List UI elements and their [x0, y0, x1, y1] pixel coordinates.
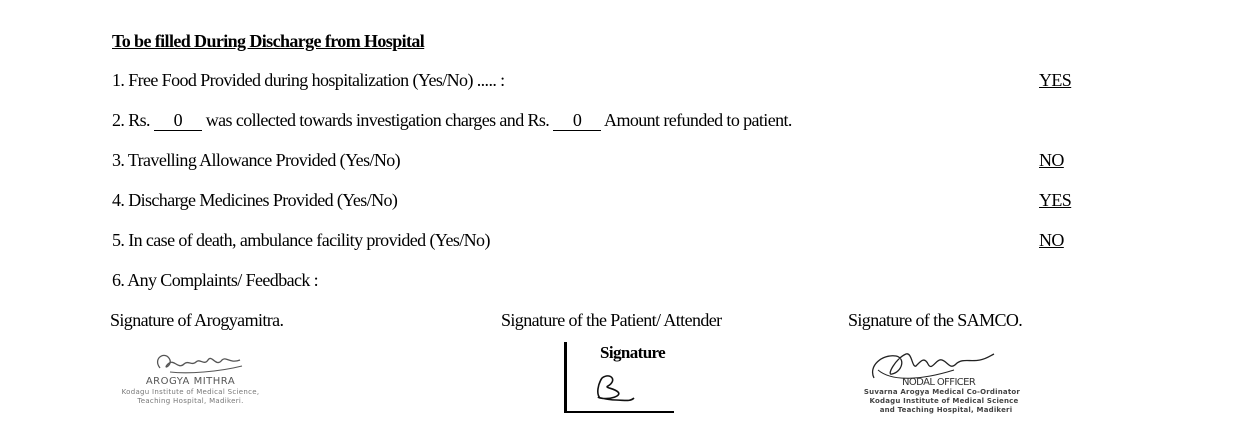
item-free-food: 1. Free Food Provided during hospitaliza…	[112, 70, 505, 90]
charges-suffix: Amount refunded to patient.	[604, 110, 792, 130]
item-charges: 2. Rs. 0 was collected towards investiga…	[112, 110, 792, 131]
item-travel-allowance: 3. Travelling Allowance Provided (Yes/No…	[112, 150, 401, 170]
answer-ambulance: NO	[1039, 230, 1064, 250]
charges-prefix: 2. Rs.	[112, 110, 151, 130]
samco-stamp-title: NODAL OFFICER	[902, 377, 976, 388]
samco-stamp-line4: and Teaching Hospital, Madikeri	[879, 406, 1013, 414]
section-title: To be filled During Discharge from Hospi…	[112, 31, 425, 51]
samco-stamp-line2: Suvarna Arogya Medical Co-Ordinator	[863, 388, 1021, 396]
answer-free-food: YES	[1039, 70, 1072, 90]
item-feedback: 6. Any Complaints/ Feedback :	[112, 270, 319, 290]
item-ambulance: 5. In case of death, ambulance facility …	[112, 230, 490, 250]
charges-middle: was collected towards investigation char…	[205, 110, 550, 130]
patient-signature-box: Signature	[564, 340, 676, 416]
arogyamitra-stamp-line3: Teaching Hospital, Madikeri.	[137, 397, 244, 405]
patient-signature-scribble	[597, 375, 635, 402]
amount-collected: 0	[153, 111, 202, 131]
answer-discharge-medicines: YES	[1039, 190, 1072, 210]
arogyamitra-stamp-line2: Kodagu Institute of Medical Science,	[121, 388, 260, 396]
signature-arogyamitra-label: Signature of Arogyamitra.	[110, 310, 284, 330]
answer-travel-allowance: NO	[1039, 150, 1064, 170]
amount-refunded: 0	[553, 111, 602, 131]
samco-stamp-line3: Kodagu Institute of Medical Science	[869, 397, 1019, 405]
arogyamitra-stamp-title: AROGYA MITHRA	[145, 376, 236, 387]
arogyamitra-stamp: AROGYA MITHRA Kodagu Institute of Medica…	[108, 346, 273, 412]
signature-patient-label: Signature of the Patient/ Attender	[501, 310, 722, 330]
signature-samco-label: Signature of the SAMCO.	[848, 310, 1023, 330]
samco-stamp: NODAL OFFICER Suvarna Arogya Medical Co-…	[862, 340, 1032, 420]
item-discharge-medicines: 4. Discharge Medicines Provided (Yes/No)	[112, 190, 398, 210]
